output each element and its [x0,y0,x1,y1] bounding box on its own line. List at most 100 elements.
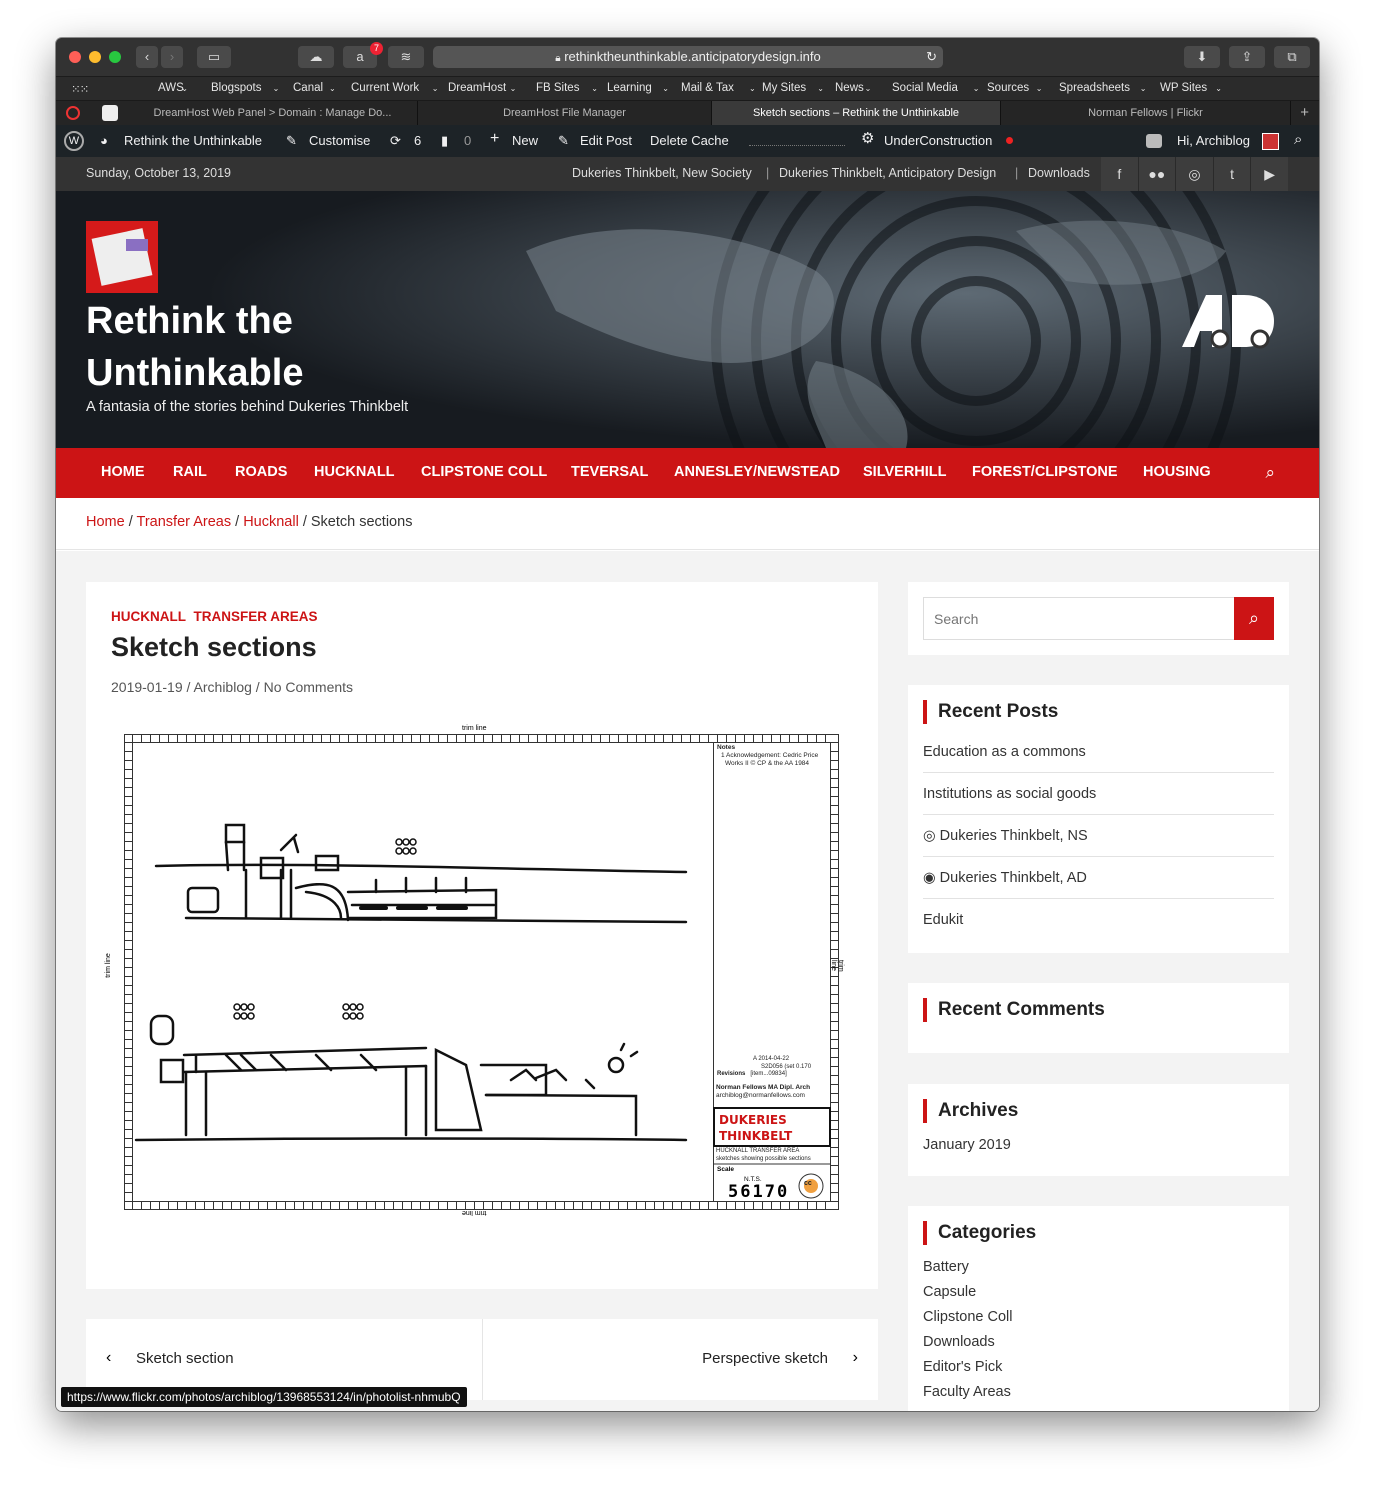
comments-count[interactable]: 0 [464,133,471,148]
breadcrumb-home[interactable]: Home [86,514,125,530]
breadcrumb-hucknall[interactable]: Hucknall [243,514,299,530]
wp-site-link[interactable]: Rethink the Unthinkable [124,133,262,148]
cloud-icon[interactable]: ☁ [298,46,334,68]
category-link[interactable]: Clipstone Coll [923,1305,1274,1330]
url-text: rethinktheunthinkable.anticipatorydesign… [564,49,821,64]
trim-label-bottom: trim line [462,1209,487,1216]
post-author[interactable]: Archiblog [194,679,252,695]
avatar[interactable] [1262,133,1279,150]
apps-grid-icon[interactable]: ⁙⁙ [71,82,89,96]
twitter-icon[interactable]: t [1214,157,1252,191]
tab-sketch-sections[interactable]: Sketch sections – Rethink the Unthinkabl… [712,101,1001,125]
sketch-drawing[interactable]: trim line trim line trim line trim line … [105,720,846,1216]
category-link[interactable]: Battery [923,1255,1274,1280]
category-link[interactable]: Faculty Areas [923,1380,1274,1405]
flickr-icon[interactable]: ●● [1139,157,1177,191]
bookmark-my-sites[interactable]: My Sites [762,82,806,94]
recent-post-link[interactable]: ◎ Dukeries Thinkbelt, NS [923,815,1274,857]
pinned-tab-icon[interactable] [66,106,80,120]
download-icon[interactable]: ⬇ [1184,46,1220,68]
nav-rail[interactable]: RAIL [173,464,207,480]
updates-count[interactable]: 6 [414,133,421,148]
archive-link[interactable]: January 2019 [923,1133,1274,1158]
bookmark-sources[interactable]: Sources [987,82,1029,94]
bookmark-wp-sites[interactable]: WP Sites [1160,82,1207,94]
back-button[interactable]: ‹ [136,46,158,68]
notification-icon[interactable] [1146,134,1162,148]
tab-file-manager[interactable]: DreamHost File Manager [418,101,712,125]
topbar-link-downloads[interactable]: Downloads [1028,166,1090,180]
chevron-down-icon: ⌄ [181,84,188,93]
prev-post-link[interactable]: Sketch section [136,1350,234,1367]
nav-housing[interactable]: HOUSING [1143,464,1211,480]
category-link[interactable]: Capsule [923,1280,1274,1305]
bookmark-spreadsheets[interactable]: Spreadsheets [1059,82,1130,94]
bookmark-canal[interactable]: Canal [293,82,323,94]
recent-post-link[interactable]: Edukit [923,899,1274,941]
breadcrumb-transfer-areas[interactable]: Transfer Areas [137,514,232,530]
rss-icon[interactable]: ≋ [388,46,424,68]
facebook-icon[interactable]: f [1101,157,1139,191]
bookmark-blogspots[interactable]: Blogspots [211,82,262,94]
sidebar-search-button[interactable]: ⌕ [1234,597,1274,640]
forward-button[interactable]: › [161,46,183,68]
bookmark-mail-tax[interactable]: Mail & Tax [681,82,734,94]
search-icon[interactable]: ⌕ [1294,131,1302,148]
topbar-link-ad[interactable]: Dukeries Thinkbelt, Anticipatory Design [779,166,996,180]
pinned-settings-icon[interactable] [102,105,118,121]
sidebar-toggle-icon[interactable]: ▭ [197,46,231,68]
share-icon[interactable]: ⇪ [1229,46,1265,68]
nav-roads[interactable]: ROADS [235,464,287,480]
recent-post-link[interactable]: Institutions as social goods [923,773,1274,815]
category-transfer-areas[interactable]: TRANSFER AREAS [194,609,318,624]
bookmark-fb-sites[interactable]: FB Sites [536,82,579,94]
chevron-down-icon: ⌄ [591,84,598,93]
nav-silverhill[interactable]: SILVERHILL [863,464,947,480]
new-tab-icon[interactable]: + [1300,104,1309,121]
nav-annesley-newstead[interactable]: ANNESLEY/NEWSTEAD [674,464,840,480]
customise-link[interactable]: Customise [309,133,370,148]
instagram-icon[interactable]: ◎ [1176,157,1214,191]
tabs-overview-icon[interactable]: ⧉ [1274,46,1310,68]
nav-search-icon[interactable]: ⌕ [1265,463,1275,483]
chevron-right-icon: › [852,1349,858,1366]
address-bar[interactable]: 🔒︎ rethinktheunthinkable.anticipatorydes… [433,46,943,68]
drawing-description: HUCKNALL TRANSFER AREA sketches showing … [716,1148,811,1162]
bookmark-current-work[interactable]: Current Work [351,82,419,94]
nav-teversal[interactable]: TEVERSAL [571,464,648,480]
account-greeting[interactable]: Hi, Archiblog [1177,133,1250,148]
topbar-link-ns[interactable]: Dukeries Thinkbelt, New Society [572,166,752,180]
zoom-window-button[interactable] [109,51,121,63]
nav-clipstone-coll[interactable]: CLIPSTONE COLL [421,464,547,480]
post-comments-link[interactable]: No Comments [264,679,353,695]
minimize-window-button[interactable] [89,51,101,63]
nav-forest-clipstone[interactable]: FOREST/CLIPSTONE [972,464,1118,480]
next-post-link[interactable]: Perspective sketch [702,1350,828,1367]
bookmark-social-media[interactable]: Social Media [892,82,958,94]
recent-post-link[interactable]: Education as a commons [923,731,1274,773]
youtube-icon[interactable]: ▶ [1251,157,1288,191]
reload-icon[interactable]: ↻ [926,46,937,68]
edit-post-link[interactable]: Edit Post [580,133,632,148]
wordpress-icon[interactable]: W [64,131,84,151]
delete-cache-link[interactable]: Delete Cache [650,133,729,148]
bookmark-learning[interactable]: Learning [607,82,652,94]
category-link[interactable]: Downloads [923,1330,1274,1355]
tab-dreamhost-panel[interactable]: DreamHost Web Panel > Domain : Manage Do… [128,101,418,125]
close-window-button[interactable] [69,51,81,63]
site-title[interactable]: Rethink the Unthinkable [86,295,303,399]
category-hucknall[interactable]: HUCKNALL [111,609,186,624]
nav-home[interactable]: HOME [101,464,145,480]
bookmark-dreamhost[interactable]: DreamHost [448,82,506,94]
sidebar-search-input[interactable] [923,597,1235,640]
tab-flickr[interactable]: Norman Fellows | Flickr [1001,101,1291,125]
bookmark-news[interactable]: News [835,82,864,94]
new-link[interactable]: New [512,133,538,148]
post-date[interactable]: 2019-01-19 [111,679,183,695]
recent-post-link[interactable]: ◉ Dukeries Thinkbelt, AD [923,857,1274,899]
category-link[interactable]: Editor's Pick [923,1355,1274,1380]
site-logo[interactable] [86,221,158,293]
bookmark-aws[interactable]: AWS [158,82,184,94]
underconstruction-link[interactable]: UnderConstruction [884,133,992,148]
nav-hucknall[interactable]: HUCKNALL [314,464,395,480]
